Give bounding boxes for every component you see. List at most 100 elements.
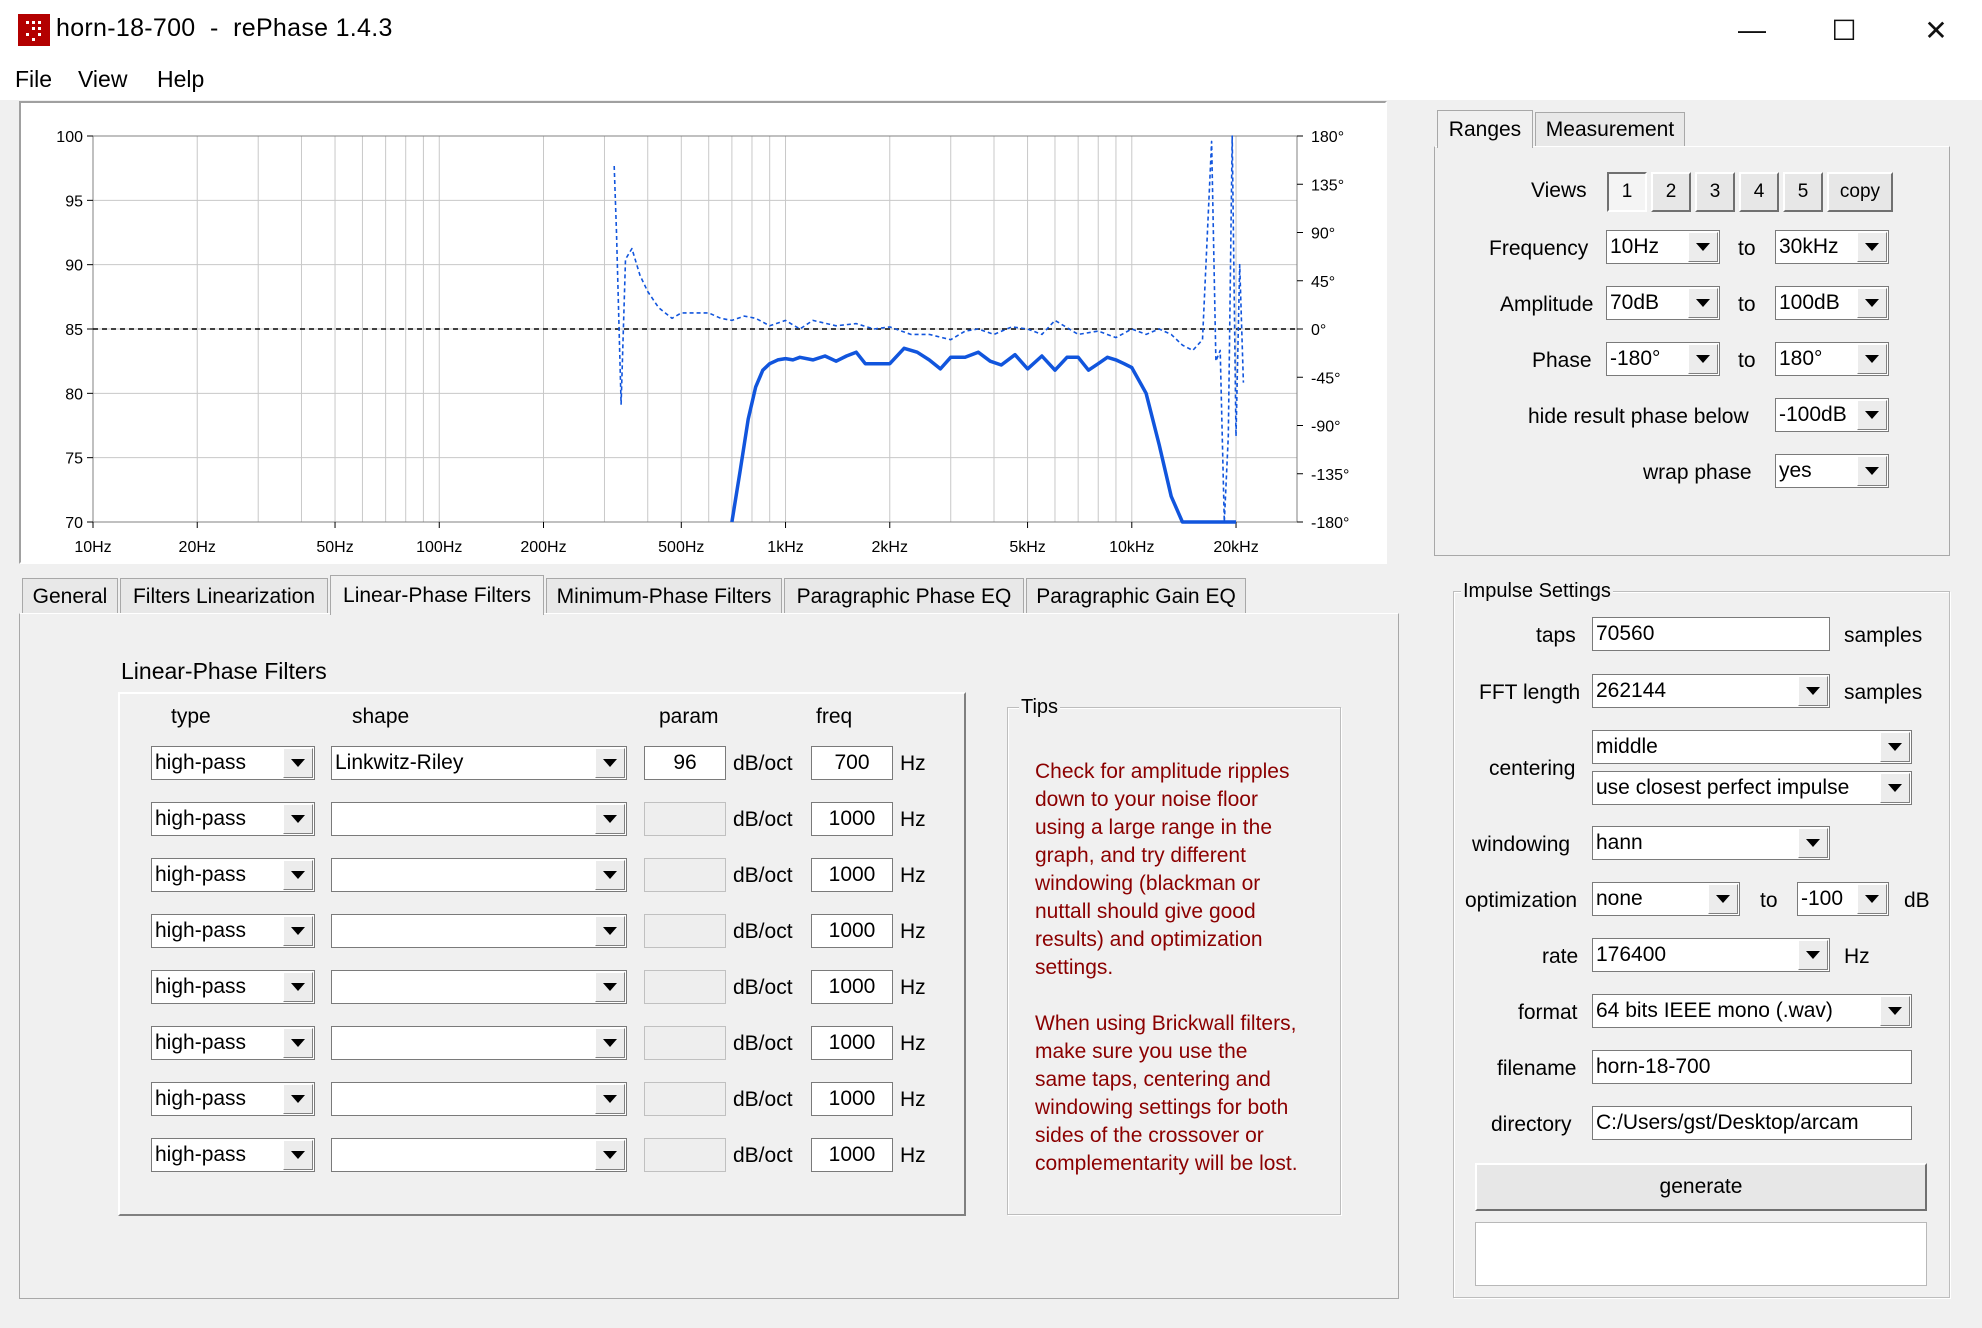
tab-paragraphic-gain-eq[interactable]: Paragraphic Gain EQ xyxy=(1026,578,1246,614)
amplitude-from-select[interactable]: 70dB xyxy=(1606,286,1720,320)
chevron-down-icon[interactable] xyxy=(283,1140,313,1170)
rate-select[interactable]: 176400 xyxy=(1592,938,1830,972)
chevron-down-icon[interactable] xyxy=(283,1084,313,1114)
tab-paragraphic-phase-eq[interactable]: Paragraphic Phase EQ xyxy=(784,578,1024,614)
fft-length-select[interactable]: 262144 xyxy=(1592,674,1830,708)
chevron-down-icon[interactable] xyxy=(1798,940,1828,970)
chevron-down-icon[interactable] xyxy=(595,916,625,946)
view-button-5[interactable]: 5 xyxy=(1783,172,1823,212)
filter-param-input[interactable] xyxy=(644,1026,726,1060)
wrap-phase-select[interactable]: yes xyxy=(1775,454,1889,488)
chevron-down-icon[interactable] xyxy=(1857,344,1887,374)
chevron-down-icon[interactable] xyxy=(1857,232,1887,262)
filter-shape-select[interactable]: Linkwitz-Riley xyxy=(331,746,627,780)
filter-shape-select[interactable] xyxy=(331,1082,627,1116)
filter-shape-select[interactable] xyxy=(331,1138,627,1172)
filter-type-select[interactable]: high-pass xyxy=(151,1082,315,1116)
hide-phase-select[interactable]: -100dB xyxy=(1775,398,1889,432)
chevron-down-icon[interactable] xyxy=(595,804,625,834)
filter-freq-input[interactable]: 1000 xyxy=(811,1026,893,1060)
tab-ranges[interactable]: Ranges xyxy=(1437,110,1533,148)
centering-mode-select[interactable]: use closest perfect impulse xyxy=(1592,771,1912,805)
filter-param-input[interactable]: 96 xyxy=(644,746,726,780)
close-button[interactable]: ✕ xyxy=(1890,0,1982,60)
filter-param-input[interactable] xyxy=(644,1138,726,1172)
menu-view[interactable]: View xyxy=(78,66,127,93)
chevron-down-icon[interactable] xyxy=(1857,400,1887,430)
chevron-down-icon[interactable] xyxy=(283,748,313,778)
directory-input[interactable]: C:/Users/gst/Desktop/arcam xyxy=(1592,1106,1912,1140)
filter-param-input[interactable] xyxy=(644,802,726,836)
filter-param-input[interactable] xyxy=(644,914,726,948)
chevron-down-icon[interactable] xyxy=(1798,676,1828,706)
chevron-down-icon[interactable] xyxy=(1880,732,1910,762)
filter-type-select[interactable]: high-pass xyxy=(151,914,315,948)
chevron-down-icon[interactable] xyxy=(1708,884,1738,914)
filter-freq-input[interactable]: 1000 xyxy=(811,1082,893,1116)
filter-freq-input[interactable]: 1000 xyxy=(811,914,893,948)
taps-input[interactable]: 70560 xyxy=(1592,617,1830,651)
view-button-6[interactable]: copy xyxy=(1827,172,1893,212)
optimization-to-select[interactable]: -100 xyxy=(1797,882,1889,916)
filter-freq-input[interactable]: 1000 xyxy=(811,858,893,892)
menu-file[interactable]: File xyxy=(15,66,52,93)
filename-input[interactable]: horn-18-700 xyxy=(1592,1050,1912,1084)
chevron-down-icon[interactable] xyxy=(283,972,313,1002)
view-button-3[interactable]: 3 xyxy=(1695,172,1735,212)
tab-linear-phase-filters[interactable]: Linear-Phase Filters xyxy=(330,575,544,615)
filter-param-input[interactable] xyxy=(644,858,726,892)
filter-freq-input[interactable]: 1000 xyxy=(811,970,893,1004)
filter-shape-select[interactable] xyxy=(331,1026,627,1060)
filter-shape-select[interactable] xyxy=(331,914,627,948)
frequency-from-select[interactable]: 10Hz xyxy=(1606,230,1720,264)
filter-type-select[interactable]: high-pass xyxy=(151,1138,315,1172)
filter-shape-select[interactable] xyxy=(331,970,627,1004)
chevron-down-icon[interactable] xyxy=(595,860,625,890)
tab-minimum-phase-filters[interactable]: Minimum-Phase Filters xyxy=(546,578,782,614)
chevron-down-icon[interactable] xyxy=(595,972,625,1002)
tab-measurement[interactable]: Measurement xyxy=(1535,112,1685,146)
filter-shape-select[interactable] xyxy=(331,802,627,836)
filter-type-select[interactable]: high-pass xyxy=(151,746,315,780)
chevron-down-icon[interactable] xyxy=(283,916,313,946)
chevron-down-icon[interactable] xyxy=(1857,456,1887,486)
filter-type-select[interactable]: high-pass xyxy=(151,1026,315,1060)
chevron-down-icon[interactable] xyxy=(595,1140,625,1170)
windowing-select[interactable]: hann xyxy=(1592,826,1830,860)
chevron-down-icon[interactable] xyxy=(1688,288,1718,318)
centering-select[interactable]: middle xyxy=(1592,730,1912,764)
chevron-down-icon[interactable] xyxy=(283,1028,313,1058)
frequency-to-select[interactable]: 30kHz xyxy=(1775,230,1889,264)
filter-freq-input[interactable]: 1000 xyxy=(811,802,893,836)
chevron-down-icon[interactable] xyxy=(1857,884,1887,914)
maximize-button[interactable]: ☐ xyxy=(1798,0,1890,60)
view-button-2[interactable]: 2 xyxy=(1651,172,1691,212)
chevron-down-icon[interactable] xyxy=(1880,996,1910,1026)
format-select[interactable]: 64 bits IEEE mono (.wav) xyxy=(1592,994,1912,1028)
chevron-down-icon[interactable] xyxy=(595,1028,625,1058)
generate-button[interactable]: generate xyxy=(1475,1163,1927,1211)
chevron-down-icon[interactable] xyxy=(595,1084,625,1114)
chevron-down-icon[interactable] xyxy=(283,860,313,890)
minimize-button[interactable]: — xyxy=(1706,0,1798,60)
tab-general[interactable]: General xyxy=(22,578,118,614)
phase-to-select[interactable]: 180° xyxy=(1775,342,1889,376)
filter-freq-input[interactable]: 700 xyxy=(811,746,893,780)
filter-type-select[interactable]: high-pass xyxy=(151,858,315,892)
filter-type-select[interactable]: high-pass xyxy=(151,802,315,836)
chevron-down-icon[interactable] xyxy=(283,804,313,834)
chevron-down-icon[interactable] xyxy=(1798,828,1828,858)
response-graph[interactable]: 100 95 90 85 80 75 70 180° 135° 90° 45° 0° -45° -90° -… xyxy=(21,103,1385,562)
filter-freq-input[interactable]: 1000 xyxy=(811,1138,893,1172)
chevron-down-icon[interactable] xyxy=(1688,232,1718,262)
chevron-down-icon[interactable] xyxy=(1880,773,1910,803)
chevron-down-icon[interactable] xyxy=(1857,288,1887,318)
filter-param-input[interactable] xyxy=(644,970,726,1004)
filter-shape-select[interactable] xyxy=(331,858,627,892)
optimization-select[interactable]: none xyxy=(1592,882,1740,916)
chevron-down-icon[interactable] xyxy=(1688,344,1718,374)
filter-type-select[interactable]: high-pass xyxy=(151,970,315,1004)
phase-from-select[interactable]: -180° xyxy=(1606,342,1720,376)
menu-help[interactable]: Help xyxy=(157,66,204,93)
amplitude-to-select[interactable]: 100dB xyxy=(1775,286,1889,320)
